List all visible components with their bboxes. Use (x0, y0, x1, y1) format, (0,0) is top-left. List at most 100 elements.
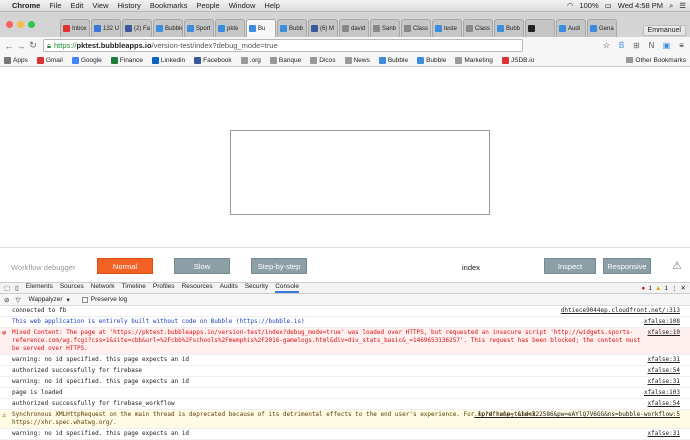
browser-tab[interactable]: Bubb (277, 19, 307, 37)
bookmark-icon (310, 56, 318, 64)
devtools-tab-audits[interactable]: Audits (220, 283, 238, 293)
browser-tab[interactable] (525, 19, 555, 37)
browser-tab[interactable]: david (339, 19, 369, 37)
inspect-element-icon[interactable]: ⬚ (4, 284, 10, 292)
inspect-button[interactable]: Inspect (544, 258, 596, 274)
bookmark-item[interactable]: Facebook (194, 56, 232, 64)
menu-file[interactable]: File (49, 1, 61, 10)
back-arrow-icon[interactable]: ← (3, 41, 15, 51)
wifi-icon[interactable]: ◠ (567, 1, 574, 10)
menu-bookmarks[interactable]: Bookmarks (150, 1, 188, 10)
forward-arrow-icon[interactable]: → (15, 41, 27, 51)
extension-icon[interactable]: B (616, 40, 627, 51)
devtools-tab-profiles[interactable]: Profiles (153, 283, 175, 293)
console-source-link[interactable]: xfalse:54 (647, 367, 680, 375)
bookmark-item[interactable]: Marketing (455, 56, 493, 64)
bookmark-item[interactable]: JSDB.io (501, 56, 534, 64)
context-select[interactable]: Wappalyzer (28, 296, 62, 303)
bookmark-item[interactable]: Finance (110, 56, 143, 64)
console-source-link[interactable]: xfalse:103 (644, 389, 680, 397)
bookmark-item[interactable]: Bubble (417, 56, 446, 64)
browser-tab[interactable]: Inbox (60, 19, 90, 37)
reload-icon[interactable]: ↻ (27, 40, 39, 51)
menu-icon[interactable]: ≡ (676, 40, 687, 51)
extension-icon[interactable]: ⊞ (631, 40, 642, 51)
error-count-icon[interactable]: ● (641, 285, 645, 292)
slow-speed-button[interactable]: Slow (174, 258, 230, 274)
bookmark-star-icon[interactable]: ☆ (601, 40, 612, 51)
extension-icon[interactable]: ▣ (661, 40, 672, 51)
bookmark-item[interactable]: Bubble (378, 56, 408, 64)
bookmark-item[interactable]: Gmail (36, 56, 63, 64)
notification-center-icon[interactable]: ☰ (679, 1, 686, 10)
bookmark-item[interactable]: Dicos (310, 56, 336, 64)
menu-help[interactable]: Help (264, 1, 279, 10)
clock[interactable]: Wed 4:58 PM (618, 1, 663, 10)
devtools-tab-timeline[interactable]: Timeline (122, 283, 146, 293)
bookmark-item[interactable]: Banque (269, 56, 301, 64)
devtools-tab-sources[interactable]: Sources (60, 283, 84, 293)
console-source-link[interactable]: xfalse:31 (647, 356, 680, 364)
warning-count-icon[interactable]: ▲ (655, 285, 661, 292)
browser-tab[interactable]: Bubble (153, 19, 183, 37)
spotlight-icon[interactable]: ⌕ (669, 1, 673, 11)
zoom-window-button[interactable] (28, 21, 35, 28)
browser-tab[interactable]: Audi (556, 19, 586, 37)
profile-button[interactable]: Emmanuel (642, 25, 686, 36)
bookmark-item[interactable]: Google (71, 56, 102, 64)
other-bookmarks[interactable]: Other Bookmarks (626, 57, 686, 64)
normal-speed-button[interactable]: Normal (97, 258, 153, 274)
devtools-tab-resources[interactable]: Resources (182, 283, 213, 293)
address-bar[interactable]: 🔒︎ https:// pktest.bubbleapps.io /versio… (43, 39, 523, 52)
preserve-log-checkbox[interactable] (81, 296, 88, 303)
filter-icon[interactable]: ▽ (15, 296, 20, 304)
close-window-button[interactable] (6, 21, 13, 28)
menu-edit[interactable]: Edit (70, 1, 83, 10)
minimize-window-button[interactable] (17, 21, 24, 28)
browser-tab[interactable]: Bu (246, 19, 276, 37)
menu-view[interactable]: View (92, 1, 108, 10)
menu-window[interactable]: Window (229, 1, 256, 10)
bookmark-item[interactable]: Linkedin (151, 56, 185, 64)
bookmark-item[interactable]: .org (240, 56, 261, 64)
browser-tab[interactable]: 132 U (91, 19, 121, 37)
device-mode-icon[interactable]: ▯ (15, 284, 19, 292)
console-source-link[interactable]: xfalse:54 (647, 400, 680, 408)
warning-icon[interactable]: ⚠ (672, 259, 682, 272)
clear-console-icon[interactable]: ⊘ (4, 296, 9, 304)
browser-tab[interactable]: Class (401, 19, 431, 37)
console-source-link[interactable]: xfalse:10 (647, 329, 680, 337)
responsive-button[interactable]: Responsive (603, 258, 651, 274)
browser-tab[interactable]: (2) Fa (122, 19, 152, 37)
browser-tab[interactable]: Class (463, 19, 493, 37)
browser-tab[interactable]: Sanb (370, 19, 400, 37)
console-message: warning: no id specified. this page expe… (0, 355, 690, 366)
console-source-link[interactable]: xfalse:108 (644, 318, 680, 326)
browser-tab[interactable]: Bubb (494, 19, 524, 37)
console-message: ⚠ Synchronous XMLHttpRequest on the main … (0, 410, 690, 429)
bookmark-item[interactable]: Apps (4, 56, 28, 64)
menu-history[interactable]: History (118, 1, 141, 10)
browser-tab[interactable]: teste (432, 19, 462, 37)
devtools-tab-elements[interactable]: Elements (26, 283, 53, 293)
devtools-tab-console[interactable]: Console (275, 283, 300, 293)
battery-icon[interactable]: ▭ (605, 1, 612, 10)
browser-tab[interactable]: (6) M (308, 19, 338, 37)
bookmark-item[interactable]: News (344, 56, 370, 64)
step-by-step-button[interactable]: Step-by-step (251, 258, 307, 274)
menu-app[interactable]: Chrome (12, 1, 40, 10)
extension-icon[interactable]: N (646, 40, 657, 51)
console-source-link[interactable]: xfalse:31 (647, 378, 680, 386)
close-devtools-icon[interactable]: ✕ (681, 284, 686, 292)
console-source-link[interactable]: dhtiece9044ep.cloudfront.net/:313 (561, 307, 680, 315)
browser-tab[interactable]: Sport (184, 19, 214, 37)
devtools-tab-security[interactable]: Security (245, 283, 268, 293)
browser-tab[interactable]: Gena (587, 19, 617, 37)
menu-people[interactable]: People (196, 1, 219, 10)
console-source-link[interactable]: xfalse:31 (647, 430, 680, 438)
devtools-menu-icon[interactable]: ⋮ (671, 284, 678, 292)
devtools-tab-network[interactable]: Network (91, 283, 115, 293)
console-source-link[interactable]: .lp?dframe=t&id=322586&pw=eAYlQ7V6GG&ns=… (474, 411, 680, 419)
chevron-down-icon[interactable]: ▾ (67, 296, 70, 304)
browser-tab[interactable]: pkte (215, 19, 245, 37)
